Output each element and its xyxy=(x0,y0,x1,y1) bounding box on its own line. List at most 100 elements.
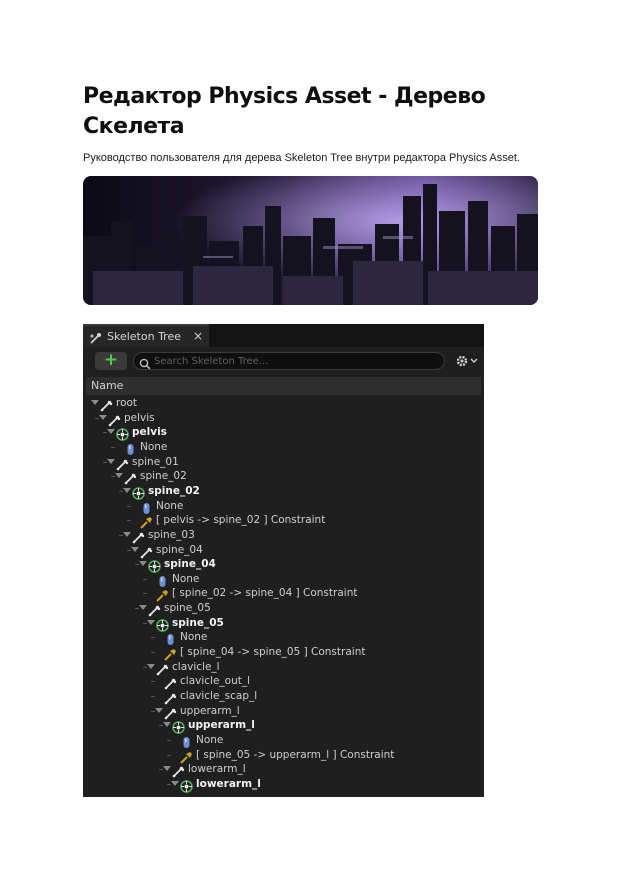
expand-arrow-icon[interactable] xyxy=(99,414,107,420)
expand-arrow-icon[interactable] xyxy=(107,458,115,464)
tree-row-shape[interactable]: None xyxy=(83,440,478,456)
expand-arrow-icon[interactable] xyxy=(171,780,179,786)
skeleton-tree-list: root pelvis pelvis None spine_01 spine_02 spin… xyxy=(83,395,484,797)
tree-row-label: pelvis xyxy=(132,426,167,439)
search-box[interactable] xyxy=(133,352,445,370)
expand-arrow-icon[interactable] xyxy=(115,473,123,479)
tree-row-label: upperarm_l xyxy=(188,719,255,732)
tree-guide-line xyxy=(143,578,147,580)
tree-row-body[interactable]: upperarm_l xyxy=(83,718,478,735)
tree-guide-line xyxy=(111,446,115,448)
search-input[interactable] xyxy=(154,354,439,368)
bone-icon xyxy=(108,412,121,426)
settings-gear-icon[interactable] xyxy=(455,353,479,372)
tree-row-bone[interactable]: spine_05 xyxy=(83,601,478,617)
tree-row-shape[interactable]: None xyxy=(83,499,478,515)
tree-row-bone[interactable]: pelvis xyxy=(83,411,478,427)
close-icon[interactable]: × xyxy=(193,329,203,343)
physics-body-icon xyxy=(172,719,185,735)
tree-row-label: spine_02 xyxy=(148,484,200,497)
skeleton-tree-panel: Skeleton Tree × + Name root xyxy=(83,324,484,797)
search-icon xyxy=(139,355,151,374)
tree-guide-line xyxy=(151,652,155,654)
tree-row-label: None xyxy=(140,440,168,453)
tab-bar: Skeleton Tree × xyxy=(83,324,484,347)
tree-row-label: [ spine_02 -> spine_04 ] Constraint xyxy=(172,587,358,600)
tree-row-bone[interactable]: clavicle_l xyxy=(83,660,478,676)
tree-row-body[interactable]: spine_04 xyxy=(83,557,478,573)
bone-icon xyxy=(132,529,145,544)
expand-arrow-icon[interactable] xyxy=(123,531,131,537)
tree-row-label: pelvis xyxy=(124,411,155,424)
bone-icon xyxy=(100,397,113,412)
capsule-shape-icon xyxy=(180,734,193,748)
tree-row-bone[interactable]: clavicle_scap_l xyxy=(83,689,478,705)
plus-icon: + xyxy=(103,350,119,370)
capsule-shape-icon xyxy=(124,441,137,455)
expand-arrow-icon[interactable] xyxy=(155,707,163,713)
expand-arrow-icon[interactable] xyxy=(91,400,99,405)
tree-row-shape[interactable]: None xyxy=(83,572,478,588)
tree-row-label: lowerarm_l xyxy=(196,777,261,790)
tree-row-bone[interactable]: spine_03 xyxy=(83,528,478,544)
bone-icon xyxy=(148,602,161,617)
tree-row-constraint[interactable]: [ pelvis -> spine_02 ] Constraint xyxy=(83,513,478,529)
tree-row-bone[interactable]: spine_01 xyxy=(83,455,478,471)
tab-skeleton-tree[interactable]: Skeleton Tree × xyxy=(83,324,209,347)
add-button[interactable]: + xyxy=(95,350,127,370)
expand-arrow-icon[interactable] xyxy=(139,561,147,567)
tab-label: Skeleton Tree xyxy=(107,330,181,343)
expand-arrow-icon[interactable] xyxy=(139,605,147,611)
tree-row-constraint[interactable]: [ spine_04 -> spine_05 ] Constraint xyxy=(83,645,478,661)
capsule-shape-icon xyxy=(164,631,177,646)
tree-row-bone[interactable]: clavicle_out_l xyxy=(83,674,478,690)
tree-guide-line xyxy=(151,696,155,697)
page-title: Редактор Physics Asset - Дерево Скелета xyxy=(83,84,486,139)
tree-row-label: root xyxy=(116,397,138,409)
tree-row-label: spine_05 xyxy=(164,602,211,615)
tree-row-body[interactable]: pelvis xyxy=(83,425,478,442)
expand-arrow-icon[interactable] xyxy=(123,487,131,493)
bone-icon xyxy=(164,705,177,719)
bone-icon xyxy=(172,763,185,778)
constraint-icon xyxy=(156,587,169,603)
expand-arrow-icon[interactable] xyxy=(163,722,171,728)
tree-row-label: [ spine_05 -> upperarm_l ] Constraint xyxy=(196,748,395,761)
physics-body-icon xyxy=(116,426,129,442)
tree-row-bone[interactable]: spine_02 xyxy=(83,469,478,485)
column-header-name[interactable]: Name xyxy=(86,377,481,395)
tree-row-label: clavicle_l xyxy=(172,660,220,673)
constraint-icon xyxy=(140,514,153,529)
expand-arrow-icon[interactable] xyxy=(107,429,115,435)
tree-row-shape[interactable]: None xyxy=(83,630,478,646)
constraint-icon xyxy=(180,749,193,764)
expand-arrow-icon[interactable] xyxy=(147,663,155,669)
capsule-shape-icon xyxy=(140,500,153,514)
tree-guide-line xyxy=(143,593,147,595)
tree-row-label: clavicle_out_l xyxy=(180,675,251,688)
tree-row-bone[interactable]: spine_04 xyxy=(83,543,478,559)
tree-row-bone[interactable]: lowerarm_l xyxy=(83,762,478,778)
constraint-icon xyxy=(164,646,177,661)
expand-arrow-icon[interactable] xyxy=(163,766,171,772)
tree-row-bone[interactable]: upperarm_l xyxy=(83,704,478,720)
capsule-shape-icon xyxy=(156,573,169,587)
tree-row-label: spine_04 xyxy=(164,558,216,571)
tree-row-label: spine_05 xyxy=(172,616,224,629)
tree-row-shape[interactable]: None xyxy=(83,733,478,749)
tree-row-bone[interactable]: root xyxy=(83,396,478,412)
tree-guide-line xyxy=(151,637,155,639)
tree-row-body[interactable]: spine_05 xyxy=(83,616,478,632)
bone-icon xyxy=(164,675,177,690)
expand-arrow-icon[interactable] xyxy=(131,546,139,552)
physics-body-icon xyxy=(156,617,169,632)
tree-row-body[interactable]: spine_02 xyxy=(83,484,478,500)
expand-arrow-icon[interactable] xyxy=(147,619,155,625)
tree-row-constraint[interactable]: [ spine_05 -> upperarm_l ] Constraint xyxy=(83,748,478,764)
bone-icon xyxy=(140,544,153,558)
tree-row-constraint[interactable]: [ spine_02 -> spine_04 ] Constraint xyxy=(83,586,478,603)
tree-row-label: spine_03 xyxy=(148,528,195,541)
tree-guide-line xyxy=(127,520,131,522)
hero-image-city xyxy=(83,176,538,305)
tree-row-body[interactable]: lowerarm_l xyxy=(83,777,478,793)
